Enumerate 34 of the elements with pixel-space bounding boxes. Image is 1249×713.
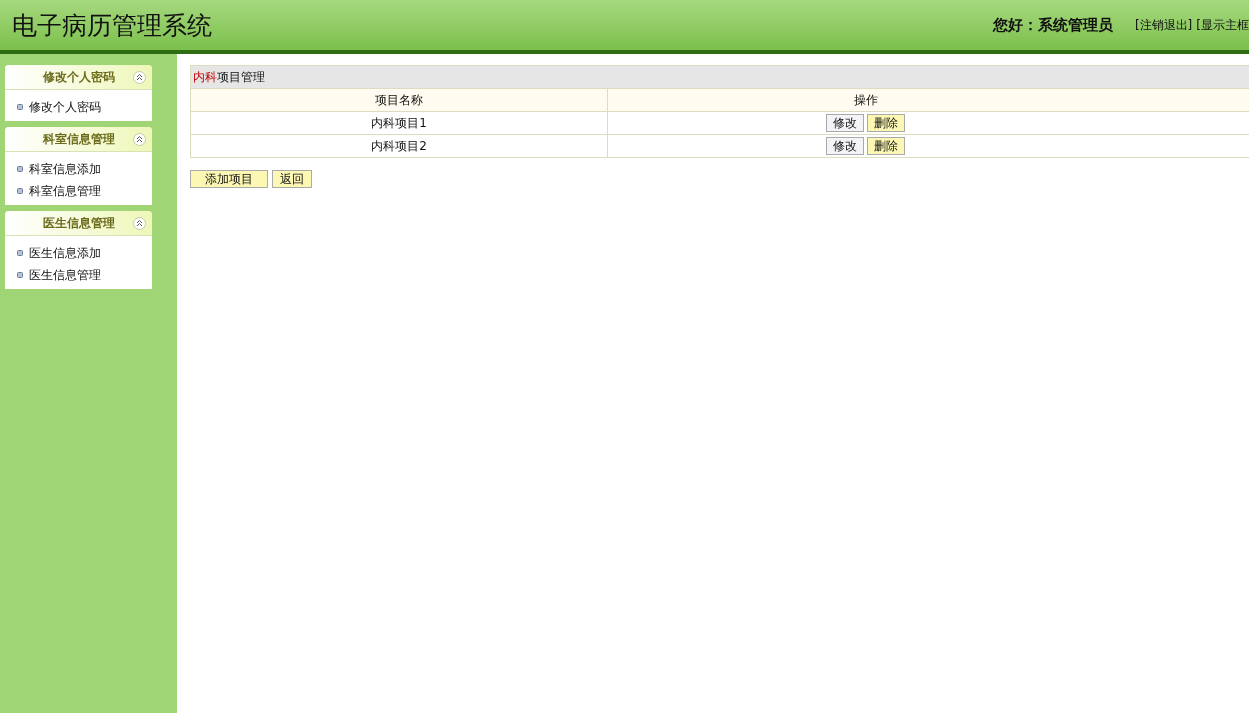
collapse-icon[interactable] — [133, 133, 146, 146]
panel-title: 科室信息管理 — [42, 130, 115, 148]
header-link[interactable]: [显示主框 — [1196, 16, 1249, 34]
collapse-icon[interactable] — [133, 217, 146, 230]
edit-button[interactable]: 修改 — [826, 114, 864, 132]
delete-button[interactable]: 删除 — [867, 137, 905, 155]
sidebar-link[interactable]: 医生信息管理 — [17, 264, 152, 286]
bullet-icon — [17, 250, 23, 256]
bullet-icon — [17, 272, 23, 278]
bullet-icon — [17, 166, 23, 172]
bullet-icon — [17, 188, 23, 194]
panel-title: 医生信息管理 — [42, 214, 115, 232]
column-header: 项目名称 — [375, 91, 423, 109]
bullet-icon — [17, 104, 23, 110]
sidebar-link[interactable]: 科室信息添加 — [17, 158, 152, 180]
table-title: 内科项目管理 — [191, 66, 1249, 89]
app-title: 电子病历管理系统 — [12, 9, 212, 42]
sidebar-link[interactable]: 修改个人密码 — [17, 96, 152, 118]
panel-title: 修改个人密码 — [42, 68, 115, 86]
panel-header[interactable]: 医生信息管理 — [5, 211, 152, 236]
panel-header[interactable]: 修改个人密码 — [5, 65, 152, 90]
edit-button[interactable]: 修改 — [826, 137, 864, 155]
greeting-text: 您好：系统管理员 — [992, 15, 1113, 35]
delete-button[interactable]: 删除 — [867, 114, 905, 132]
table-cell: 内科项目1 — [371, 114, 427, 132]
back-button[interactable]: 返回 — [272, 170, 312, 188]
table-cell: 内科项目2 — [371, 137, 427, 155]
collapse-icon[interactable] — [133, 71, 146, 84]
add-button[interactable]: 添加项目 — [190, 170, 268, 188]
sidebar-link[interactable]: 医生信息添加 — [17, 242, 152, 264]
column-header: 操作 — [853, 91, 878, 109]
header-link[interactable]: [注销退出] — [1134, 16, 1193, 34]
sidebar-link[interactable]: 科室信息管理 — [17, 180, 152, 202]
panel-header[interactable]: 科室信息管理 — [5, 127, 152, 152]
